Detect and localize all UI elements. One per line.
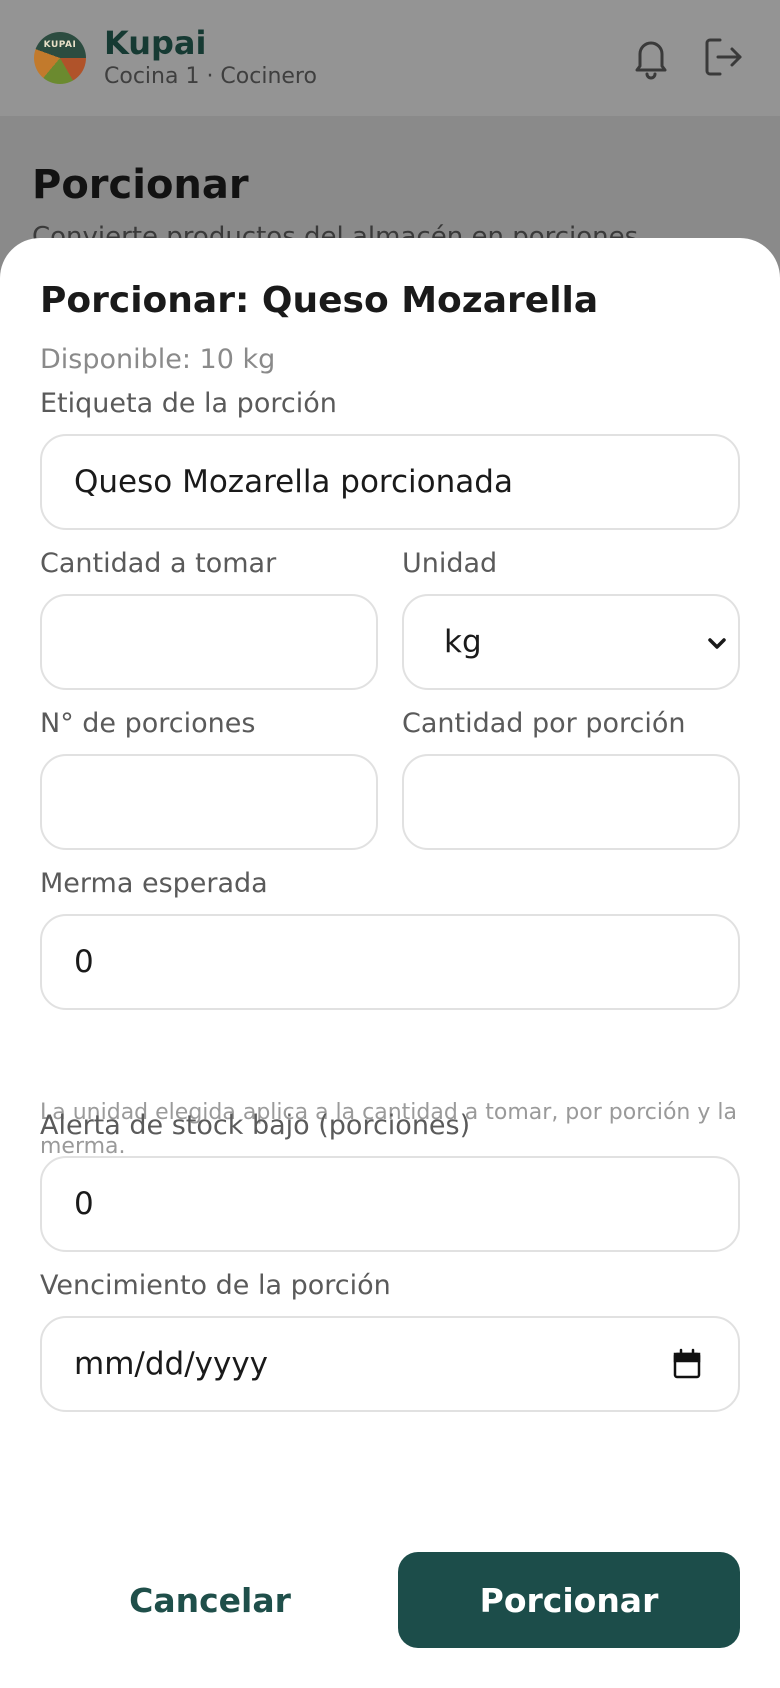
cancel-button[interactable]: Cancelar [60, 1552, 360, 1648]
unit-select[interactable]: kg [402, 594, 740, 690]
quantity-label: Cantidad a tomar [40, 548, 277, 579]
waste-label: Merma esperada [40, 868, 268, 899]
portions-label: N° de porciones [40, 708, 256, 739]
calendar-icon[interactable] [672, 1348, 702, 1380]
low-stock-value: 0 [74, 1186, 94, 1222]
quantity-input[interactable] [40, 594, 378, 690]
app-subtitle: Cocina 1 · Cocinero [104, 64, 317, 89]
label-name-value: Queso Mozarella porcionada [74, 464, 513, 500]
waste-value: 0 [74, 944, 94, 980]
expiry-placeholder: mm/dd/yyyy [74, 1346, 269, 1382]
chevron-down-icon [708, 638, 726, 649]
modal-title: Porcionar: Queso Mozarella [40, 280, 599, 321]
expiry-label: Vencimiento de la porción [40, 1270, 391, 1301]
app-name: Kupai [104, 24, 207, 62]
unit-label: Unidad [402, 548, 498, 579]
expiry-date-input[interactable]: mm/dd/yyyy [40, 1316, 740, 1412]
label-name-label: Etiqueta de la porción [40, 388, 337, 419]
portion-modal: Porcionar: Queso Mozarella Disponible: 1… [0, 238, 780, 1688]
page-title: Porcionar [32, 162, 249, 208]
per-portion-label: Cantidad por porción [402, 708, 686, 739]
available-quantity: Disponible: 10 kg [40, 344, 276, 375]
low-stock-label: Alerta de stock bajo (porciones) [40, 1110, 471, 1141]
per-portion-input[interactable] [402, 754, 740, 850]
logout-icon[interactable] [700, 34, 746, 80]
portion-submit-button[interactable]: Porcionar [398, 1552, 740, 1648]
app-logo: KUPAI [34, 32, 86, 84]
bell-icon[interactable] [628, 34, 674, 80]
low-stock-input[interactable]: 0 [40, 1156, 740, 1252]
logo-text: KUPAI [43, 40, 77, 50]
label-name-input[interactable]: Queso Mozarella porcionada [40, 434, 740, 530]
portions-input[interactable] [40, 754, 378, 850]
waste-input[interactable]: 0 [40, 914, 740, 1010]
unit-value: kg [444, 624, 482, 660]
app-header: KUPAI Kupai Cocina 1 · Cocinero [0, 0, 780, 116]
